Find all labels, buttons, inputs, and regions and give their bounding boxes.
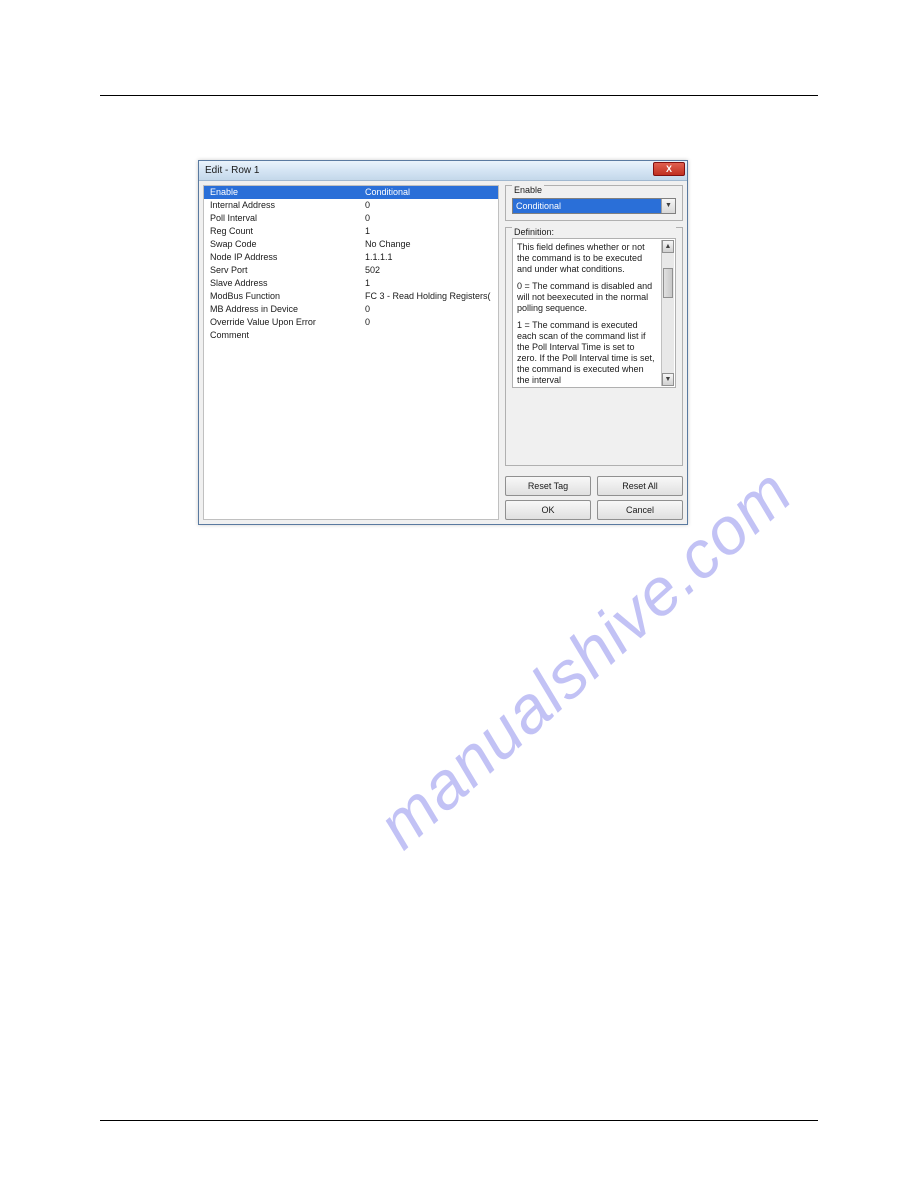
right-panel: Enable Conditional ▼ Definition: This fi… (505, 185, 683, 520)
scroll-down-icon[interactable]: ▼ (662, 373, 674, 386)
chevron-down-icon: ▼ (661, 199, 675, 213)
ok-cancel-row: OK Cancel (505, 500, 683, 520)
property-name: Comment (210, 329, 365, 342)
close-icon: X (666, 164, 672, 174)
property-value: 1 (365, 277, 492, 290)
property-row[interactable]: Reg Count1 (204, 225, 498, 238)
property-name: Enable (210, 186, 365, 199)
definition-text: This field defines whether or not the co… (517, 242, 671, 386)
property-value: 0 (365, 303, 492, 316)
edit-row-dialog: Edit - Row 1 X EnableConditionalInternal… (198, 160, 688, 525)
reset-all-button[interactable]: Reset All (597, 476, 683, 496)
property-row[interactable]: MB Address in Device0 (204, 303, 498, 316)
definition-p1: This field defines whether or not the co… (517, 242, 657, 275)
property-value: Conditional (365, 186, 492, 199)
scroll-thumb[interactable] (663, 268, 673, 298)
property-row[interactable]: Override Value Upon Error0 (204, 316, 498, 329)
ok-button[interactable]: OK (505, 500, 591, 520)
enable-combobox[interactable]: Conditional ▼ (512, 198, 676, 214)
property-name: Override Value Upon Error (210, 316, 365, 329)
definition-label: Definition: (512, 227, 676, 237)
field-group: Enable Conditional ▼ (505, 185, 683, 221)
property-value: 1 (365, 225, 492, 238)
property-name: Swap Code (210, 238, 365, 251)
cancel-button[interactable]: Cancel (597, 500, 683, 520)
scroll-up-icon[interactable]: ▲ (662, 240, 674, 253)
field-group-label: Enable (512, 185, 544, 195)
property-name: Reg Count (210, 225, 365, 238)
horizontal-rule-bottom (100, 1120, 818, 1121)
property-name: Serv Port (210, 264, 365, 277)
property-row[interactable]: Serv Port502 (204, 264, 498, 277)
property-value: 502 (365, 264, 492, 277)
property-row[interactable]: Comment (204, 329, 498, 342)
definition-group: Definition: This field defines whether o… (505, 227, 683, 466)
dialog-body: EnableConditionalInternal Address0Poll I… (199, 181, 687, 524)
property-name: Internal Address (210, 199, 365, 212)
property-name: Slave Address (210, 277, 365, 290)
property-name: ModBus Function (210, 290, 365, 303)
property-value: 1.1.1.1 (365, 251, 492, 264)
property-row[interactable]: EnableConditional (204, 186, 498, 199)
dialog-title: Edit - Row 1 (205, 165, 259, 176)
definition-p3: 1 = The command is executed each scan of… (517, 320, 657, 386)
property-row[interactable]: ModBus FunctionFC 3 - Read Holding Regis… (204, 290, 498, 303)
property-row[interactable]: Internal Address0 (204, 199, 498, 212)
scrollbar[interactable]: ▲ ▼ (661, 240, 674, 386)
reset-tag-button[interactable]: Reset Tag (505, 476, 591, 496)
horizontal-rule-top (100, 95, 818, 96)
property-value: 0 (365, 199, 492, 212)
property-row[interactable]: Slave Address1 (204, 277, 498, 290)
property-row[interactable]: Node IP Address1.1.1.1 (204, 251, 498, 264)
combobox-value: Conditional (513, 199, 661, 213)
property-value: FC 3 - Read Holding Registers( (365, 290, 492, 303)
property-value: 0 (365, 212, 492, 225)
property-value (365, 329, 492, 342)
property-value: No Change (365, 238, 492, 251)
definition-p2: 0 = The command is disabled and will not… (517, 281, 657, 314)
property-row[interactable]: Swap CodeNo Change (204, 238, 498, 251)
property-value: 0 (365, 316, 492, 329)
close-button[interactable]: X (653, 162, 685, 176)
property-list[interactable]: EnableConditionalInternal Address0Poll I… (203, 185, 499, 520)
definition-textbox[interactable]: This field defines whether or not the co… (512, 238, 676, 388)
property-name: Poll Interval (210, 212, 365, 225)
property-name: MB Address in Device (210, 303, 365, 316)
property-row[interactable]: Poll Interval0 (204, 212, 498, 225)
reset-button-row: Reset Tag Reset All (505, 476, 683, 496)
dialog-titlebar[interactable]: Edit - Row 1 X (199, 161, 687, 181)
property-name: Node IP Address (210, 251, 365, 264)
